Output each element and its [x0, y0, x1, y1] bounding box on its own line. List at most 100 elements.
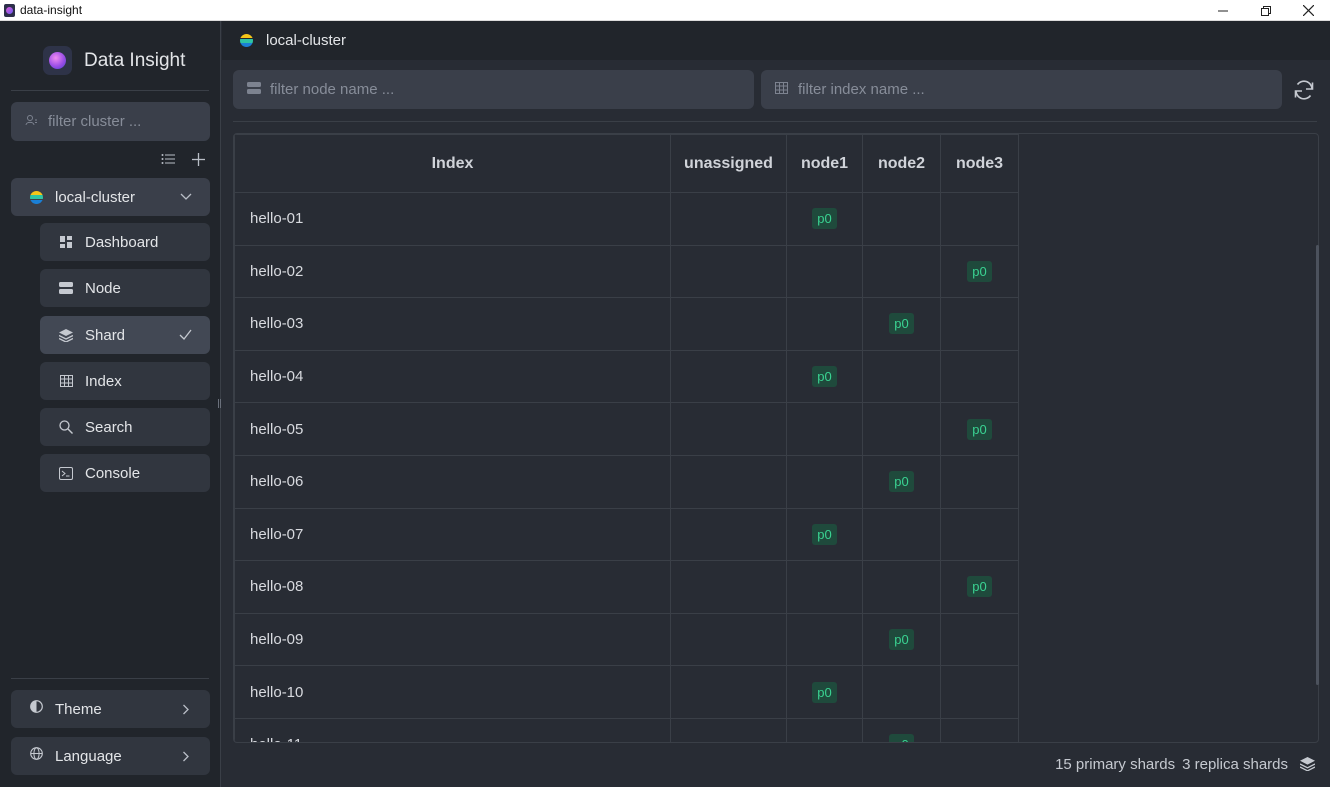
column-header-node1: node1 — [786, 134, 863, 193]
index-name-cell: hello-10 — [234, 665, 671, 719]
index-name-cell: hello-08 — [234, 560, 671, 614]
shard-cell — [940, 507, 1019, 562]
table-row: hello-03 p0 — [234, 297, 1019, 351]
shard-badge[interactable]: p0 — [812, 208, 837, 230]
shard-badge[interactable]: p0 — [812, 681, 837, 703]
shard-badge[interactable]: p0 — [889, 471, 914, 493]
table-row: hello-10 p0 — [234, 665, 1019, 719]
shard-cell — [786, 402, 863, 456]
close-button[interactable] — [1287, 0, 1330, 21]
shard-cell — [940, 665, 1019, 719]
refresh-icon — [1294, 80, 1314, 100]
shard-badge[interactable]: p0 — [889, 629, 914, 651]
maximize-button[interactable] — [1244, 0, 1287, 21]
index-name-cell: hello-05 — [234, 402, 671, 456]
table-scrollbar[interactable] — [1316, 245, 1319, 685]
table-icon — [775, 81, 789, 99]
shard-cell: p0 — [862, 612, 941, 667]
sidebar-resize-handle[interactable] — [218, 399, 221, 408]
shard-badge[interactable]: p0 — [889, 734, 914, 742]
dashboard-icon — [59, 235, 73, 249]
index-name-cell: hello-07 — [234, 507, 671, 562]
nav-index[interactable]: Index — [40, 362, 210, 400]
shard-cell — [940, 612, 1019, 667]
shard-badge[interactable]: p0 — [812, 523, 837, 545]
main-header: local-cluster — [222, 21, 1330, 60]
shard-badge[interactable]: p0 — [812, 366, 837, 388]
minimize-button[interactable] — [1201, 0, 1244, 21]
nav-dashboard[interactable]: Dashboard — [40, 223, 210, 261]
table-row: hello-08 p0 — [234, 560, 1019, 614]
sidebar: Data Insight local-cluster Dashboard — [0, 21, 221, 787]
brand: Data Insight — [43, 46, 185, 75]
shard-cell — [670, 717, 787, 742]
theme-icon — [30, 700, 43, 718]
shard-cell — [670, 454, 787, 509]
search-icon — [59, 420, 73, 434]
column-header-node3: node3 — [940, 134, 1019, 193]
cluster-item[interactable]: local-cluster — [11, 178, 210, 216]
index-filter[interactable] — [761, 70, 1282, 109]
primary-shards-count: 15 primary shards — [1055, 756, 1176, 773]
chevron-right-icon — [182, 702, 190, 720]
index-name-cell: hello-04 — [234, 349, 671, 404]
nav-search[interactable]: Search — [40, 408, 210, 446]
nav-label: Search — [85, 418, 133, 436]
shard-badge[interactable]: p0 — [967, 418, 992, 440]
index-name-cell: hello-06 — [234, 454, 671, 509]
status-bar: 15 primary shards 3 replica shards — [1055, 756, 1316, 773]
shard-cell — [940, 454, 1019, 509]
table-row: hello-07 p0 — [234, 507, 1019, 562]
user-filter-icon — [25, 114, 39, 129]
shard-cell — [670, 244, 787, 299]
table-row: hello-09 p0 — [234, 612, 1019, 667]
shard-cell — [670, 612, 787, 667]
table-row: hello-01 p0 — [234, 192, 1019, 246]
theme-menu[interactable]: Theme — [11, 690, 210, 728]
shard-cell — [940, 717, 1019, 742]
server-icon — [247, 81, 261, 99]
shard-cell — [862, 244, 941, 299]
header-cluster-name: local-cluster — [266, 32, 347, 49]
shard-cell — [940, 192, 1019, 246]
shard-cell — [786, 612, 863, 667]
shard-cell — [862, 349, 941, 404]
table-header-row: Index unassigned node1 node2 node3 — [234, 134, 1019, 193]
shard-badge[interactable]: p0 — [967, 260, 992, 282]
column-header-unassigned: unassigned — [670, 134, 787, 193]
list-icon[interactable] — [160, 151, 176, 167]
add-icon[interactable] — [190, 151, 206, 167]
shard-table-container: Index unassigned node1 node2 node3 hello-01 p… — [233, 133, 1319, 743]
shard-badge[interactable]: p0 — [889, 313, 914, 335]
shard-cell — [786, 297, 863, 351]
shard-badge[interactable]: p0 — [967, 576, 992, 598]
shard-cell — [862, 560, 941, 614]
node-filter[interactable] — [233, 70, 754, 109]
index-name-cell: hello-03 — [234, 297, 671, 351]
cluster-filter[interactable] — [11, 102, 210, 141]
node-filter-input[interactable] — [270, 81, 670, 98]
shard-cell — [862, 507, 941, 562]
refresh-button[interactable] — [1292, 78, 1316, 102]
shard-cell — [670, 192, 787, 246]
shard-cell — [670, 507, 787, 562]
layers-icon — [1299, 756, 1316, 773]
index-filter-input[interactable] — [798, 81, 1198, 98]
nav-node[interactable]: Node — [40, 269, 210, 307]
terminal-icon — [59, 466, 73, 480]
table-row: hello-04 p0 — [234, 349, 1019, 404]
shard-cell: p0 — [786, 665, 863, 719]
nav-shard[interactable]: Shard — [40, 316, 210, 354]
nav-label: Index — [85, 372, 122, 390]
cluster-filter-input[interactable] — [48, 113, 198, 130]
nav-console[interactable]: Console — [40, 454, 210, 492]
sidebar-divider — [11, 90, 209, 91]
theme-label: Theme — [55, 700, 102, 718]
minimize-icon — [1217, 10, 1228, 11]
shard-cell: p0 — [786, 507, 863, 562]
language-menu[interactable]: Language — [11, 737, 210, 775]
shard-cell — [862, 192, 941, 246]
shard-cell — [862, 402, 941, 456]
shard-cell — [786, 244, 863, 299]
shard-cell — [670, 560, 787, 614]
